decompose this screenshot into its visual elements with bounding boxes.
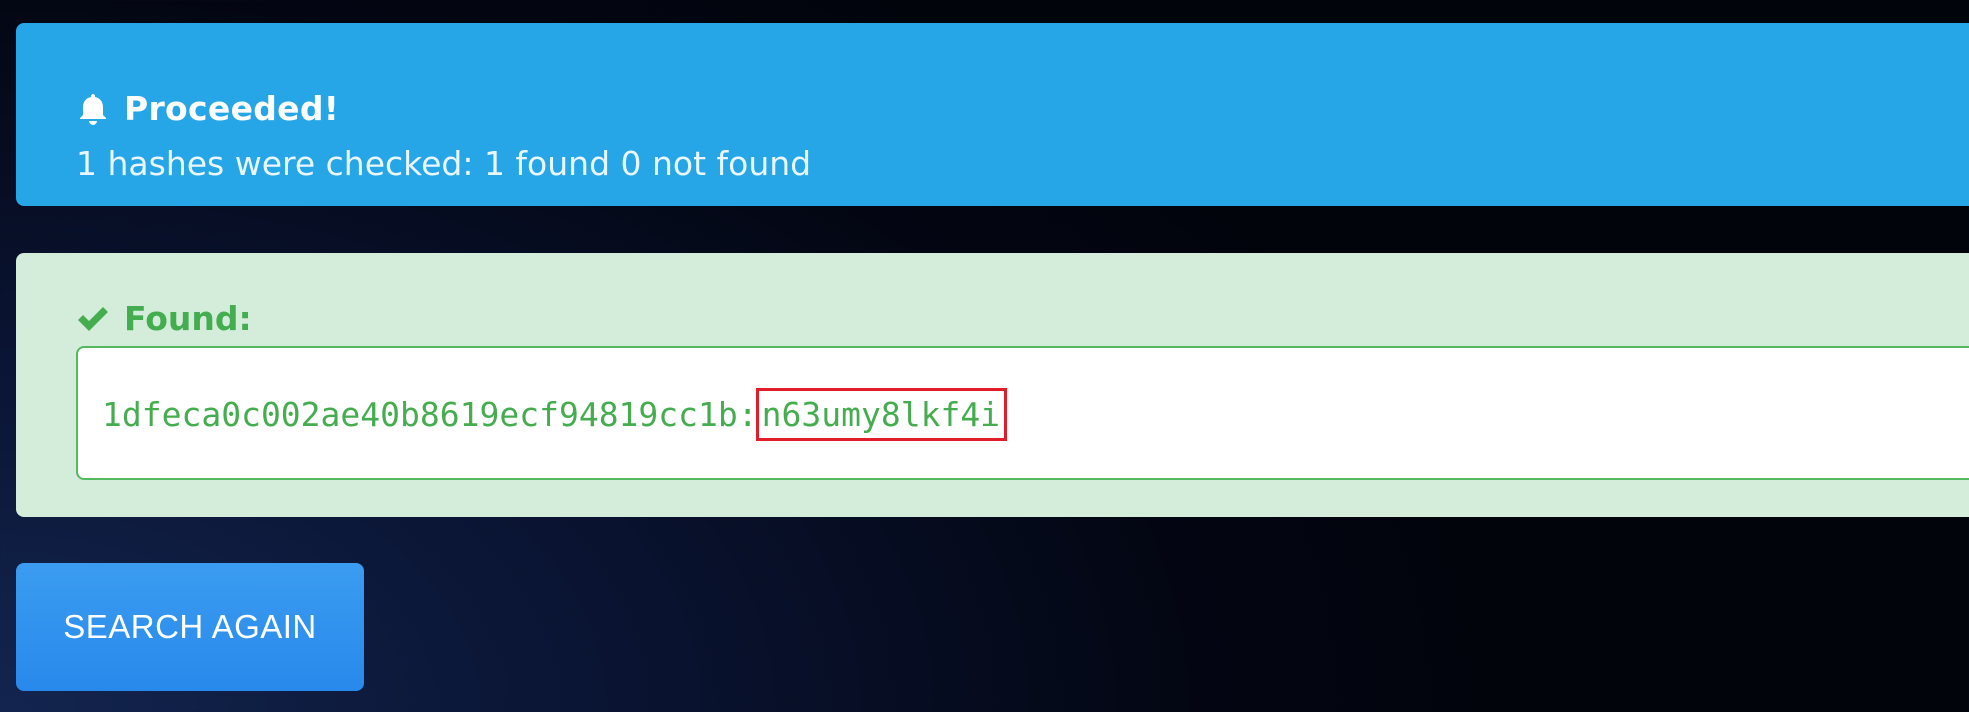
result-line: 1dfeca0c002ae40b8619ecf94819cc1b: n63umy8…: [102, 388, 1008, 441]
info-alert: Proceeded! 1 hashes were checked: 1 foun…: [16, 23, 1969, 206]
info-alert-message: 1 hashes were checked: 1 found 0 not fou…: [76, 144, 812, 183]
search-again-button[interactable]: SEARCH AGAIN: [16, 563, 364, 691]
found-header: Found:: [76, 299, 252, 338]
success-alert: Found: 1dfeca0c002ae40b8619ecf94819cc1b:…: [16, 253, 1969, 517]
result-textbox[interactable]: 1dfeca0c002ae40b8619ecf94819cc1b: n63umy8…: [76, 346, 1969, 480]
plaintext-value-highlighted: n63umy8lkf4i: [755, 388, 1008, 441]
hash-value: 1dfeca0c002ae40b8619ecf94819cc1b:: [102, 395, 758, 434]
found-label: Found:: [124, 299, 252, 338]
check-icon: [76, 304, 110, 334]
bell-icon: [76, 92, 110, 126]
info-alert-title-row: Proceeded!: [76, 89, 339, 128]
info-alert-title: Proceeded!: [124, 89, 340, 128]
